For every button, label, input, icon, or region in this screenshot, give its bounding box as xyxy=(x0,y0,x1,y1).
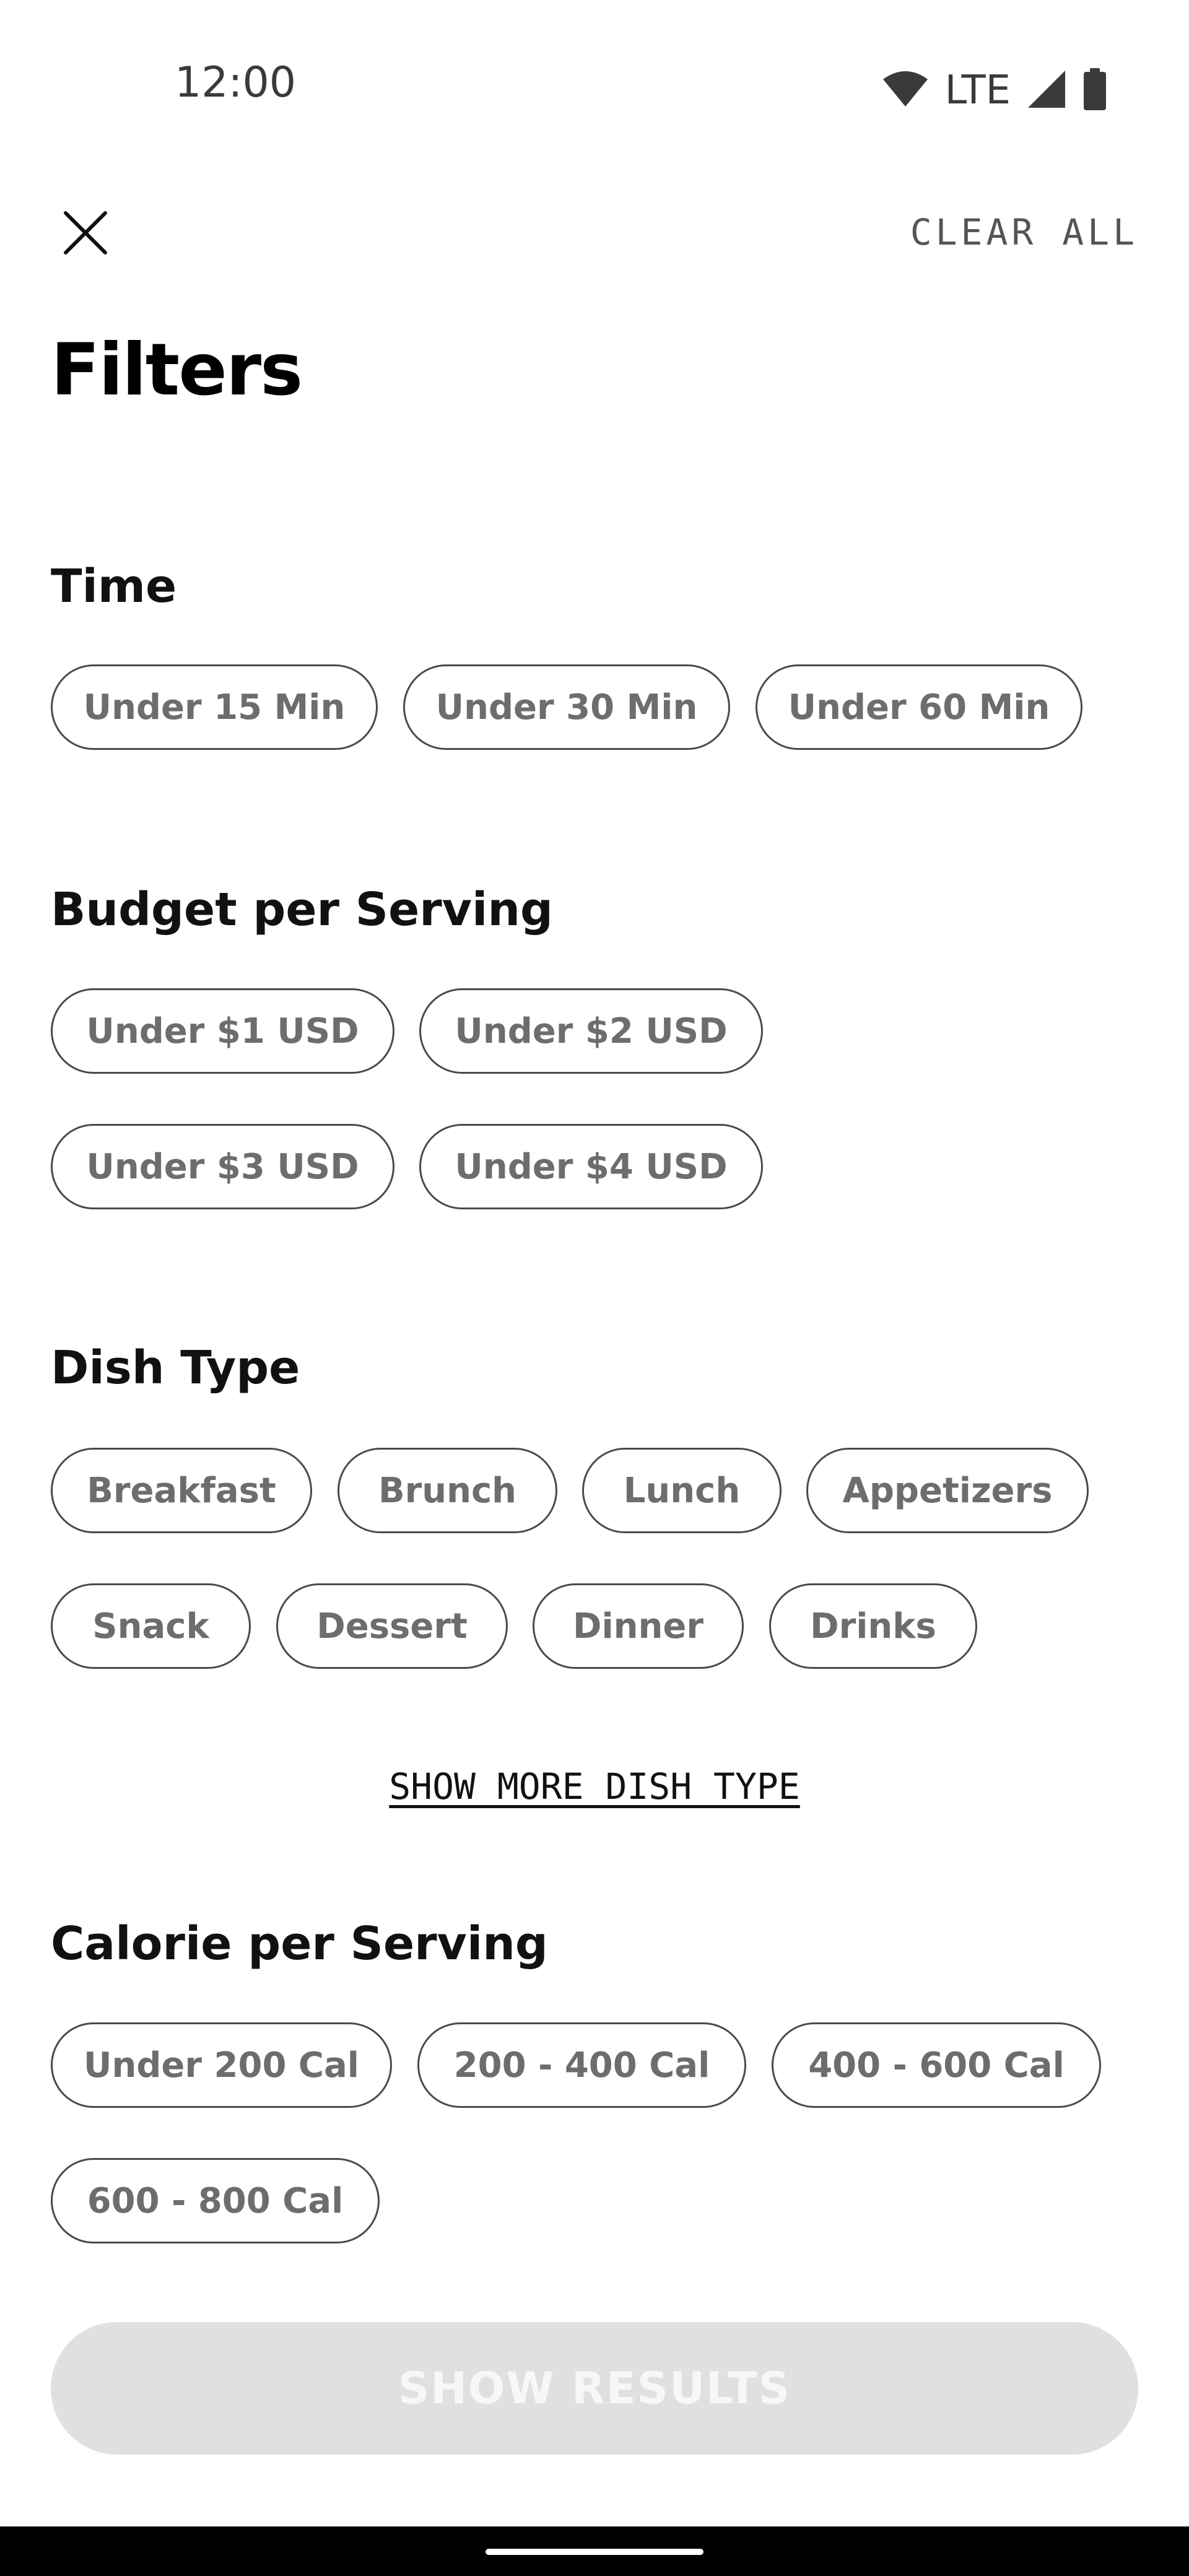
chip-dish-brunch[interactable]: Brunch xyxy=(338,1448,557,1533)
chip-dish-dinner[interactable]: Dinner xyxy=(533,1583,744,1669)
chip-budget-under-1[interactable]: Under $1 USD xyxy=(51,988,394,1074)
battery-icon xyxy=(1082,67,1107,113)
status-icons: LTE xyxy=(882,67,1107,114)
show-more-dish-type-link[interactable]: SHOW MORE DISH TYPE xyxy=(0,1769,1189,1804)
chip-dish-drinks[interactable]: Drinks xyxy=(769,1583,977,1669)
clear-all-button[interactable]: CLEAR ALL xyxy=(910,214,1138,250)
chip-time-under-15[interactable]: Under 15 Min xyxy=(51,664,378,750)
chip-dish-dessert[interactable]: Dessert xyxy=(276,1583,508,1669)
page-title: Filters xyxy=(51,328,303,412)
chip-cal-200-400[interactable]: 200 - 400 Cal xyxy=(417,2022,746,2108)
signal-icon xyxy=(1027,69,1066,112)
chip-dish-breakfast[interactable]: Breakfast xyxy=(51,1448,312,1533)
show-results-button[interactable]: SHOW RESULTS xyxy=(51,2322,1138,2455)
chip-dish-lunch[interactable]: Lunch xyxy=(582,1448,782,1533)
section-title-budget: Budget per Serving xyxy=(51,883,554,936)
wifi-icon xyxy=(882,71,929,111)
chip-budget-under-4[interactable]: Under $4 USD xyxy=(419,1124,763,1209)
system-nav-bar xyxy=(0,2526,1189,2576)
chip-dish-appetizers[interactable]: Appetizers xyxy=(806,1448,1089,1533)
home-indicator[interactable] xyxy=(486,2549,703,2555)
section-title-time: Time xyxy=(51,560,177,613)
section-title-dish-type: Dish Type xyxy=(51,1341,300,1395)
chip-dish-snack[interactable]: Snack xyxy=(51,1583,251,1669)
chip-cal-600-800[interactable]: 600 - 800 Cal xyxy=(51,2158,380,2243)
status-bar: 12:00 LTE xyxy=(0,0,1189,130)
chip-time-under-60[interactable]: Under 60 Min xyxy=(756,664,1082,750)
chip-budget-under-2[interactable]: Under $2 USD xyxy=(419,988,763,1074)
status-time: 12:00 xyxy=(175,58,296,107)
chip-cal-under-200[interactable]: Under 200 Cal xyxy=(51,2022,392,2108)
chip-budget-under-3[interactable]: Under $3 USD xyxy=(51,1124,394,1209)
network-type: LTE xyxy=(944,67,1011,113)
close-icon xyxy=(62,209,109,259)
chip-time-under-30[interactable]: Under 30 Min xyxy=(403,664,730,750)
close-button[interactable] xyxy=(56,204,115,264)
chip-cal-400-600[interactable]: 400 - 600 Cal xyxy=(772,2022,1101,2108)
section-title-calories: Calorie per Serving xyxy=(51,1917,548,1970)
